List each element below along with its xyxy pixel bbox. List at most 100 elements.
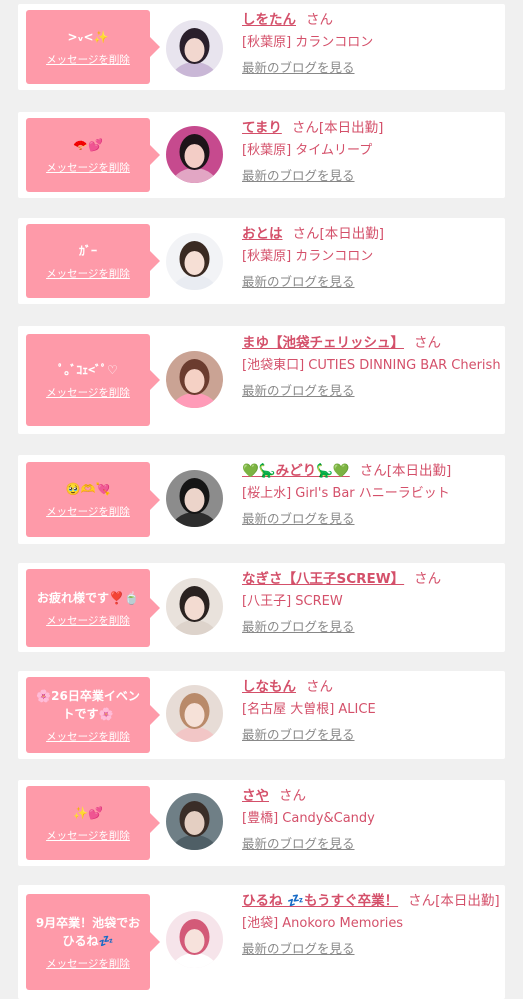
favorite-list: >ᵥ<✨ メッセージを削除 しをたん さん [秋葉原] カランコロン 最新のブログを見る 🪭… xyxy=(0,0,523,999)
card-info: おとは さん[本日出勤] [秋葉原] カランコロン最新のブログを見る xyxy=(242,222,502,292)
avatar[interactable] xyxy=(166,578,223,635)
cast-name-link[interactable]: しなもん xyxy=(242,679,296,695)
favorite-card: お疲れ様です❣️🍵 メッセージを削除 なぎさ【八王子SCREW】 さん [八王子] SC… xyxy=(18,563,505,652)
avatar[interactable] xyxy=(166,685,223,742)
name-line: まゆ【池袋チェリッシュ】 さん xyxy=(242,331,502,355)
message-text: ｶﾞｰ xyxy=(78,243,97,258)
cast-name-link[interactable]: なぎさ【八王子SCREW】 xyxy=(242,571,404,587)
name-suffix: さん[本日出勤] xyxy=(291,120,384,136)
avatar-image xyxy=(166,20,223,77)
avatar-image xyxy=(166,126,223,183)
name-line: しなもん さん xyxy=(242,675,502,699)
favorite-card: 🪭💕 メッセージを削除 てまり さん[本日出勤] [秋葉原] タイムリープ最新のブログを… xyxy=(18,112,505,198)
avatar[interactable] xyxy=(166,911,223,968)
card-info: ひるね 💤もうすぐ卒業！ さん[本日出勤] [池袋] Anokoro Memorie… xyxy=(242,889,502,959)
cast-name-link[interactable]: さや xyxy=(242,788,269,804)
latest-blog-link[interactable]: 最新のブログを見る xyxy=(242,272,355,292)
latest-blog-link[interactable]: 最新のブログを見る xyxy=(242,725,355,745)
favorite-card: ｶﾞｰ メッセージを削除 おとは さん[本日出勤] [秋葉原] カランコロン最新のブログ… xyxy=(18,218,505,304)
name-suffix: さん xyxy=(414,335,441,351)
cast-name-link[interactable]: おとは xyxy=(242,226,283,242)
favorite-card: 🌸26日卒業イベントです🌸 メッセージを削除 しなもん さん [名古屋 大曽根] ALI… xyxy=(18,671,505,759)
message-bubble: ﾟ｡ﾞｺｪ<ﾞﾟ♡ メッセージを削除 xyxy=(26,334,160,426)
name-suffix: さん xyxy=(306,679,333,695)
cast-name-link[interactable]: 💚🦕みどり🦕💚 xyxy=(242,463,350,479)
avatar[interactable] xyxy=(166,470,223,527)
shop-name: [八王子] SCREW xyxy=(242,594,343,609)
name-suffix: さん xyxy=(306,12,333,28)
message-bubble: 🌸26日卒業イベントです🌸 メッセージを削除 xyxy=(26,677,160,753)
delete-message-link[interactable]: メッセージを削除 xyxy=(46,613,130,628)
favorite-card: ﾟ｡ﾞｺｪ<ﾞﾟ♡ メッセージを削除 まゆ【池袋チェリッシュ】 さん [池袋東口] CU… xyxy=(18,326,505,434)
shop-name: [桜上水] Girl's Bar ハニーラビット xyxy=(242,486,450,501)
name-line: おとは さん[本日出勤] xyxy=(242,222,502,246)
delete-message-link[interactable]: メッセージを削除 xyxy=(46,266,130,281)
shop-name: [秋葉原] カランコロン xyxy=(242,35,374,50)
message-bubble: >ᵥ<✨ メッセージを削除 xyxy=(26,10,160,84)
delete-message-link[interactable]: メッセージを削除 xyxy=(46,385,130,400)
card-info: しなもん さん [名古屋 大曽根] ALICE 最新のブログを見る xyxy=(242,675,502,745)
name-line: しをたん さん xyxy=(242,8,502,32)
favorite-card: 9月卒業！池袋でおひるね💤 メッセージを削除 ひるね 💤もうすぐ卒業！ さん[本日出勤… xyxy=(18,885,505,999)
latest-blog-link[interactable]: 最新のブログを見る xyxy=(242,617,355,637)
delete-message-link[interactable]: メッセージを削除 xyxy=(46,956,130,971)
avatar[interactable] xyxy=(166,793,223,850)
message-bubble: 🥹🫶💘 メッセージを削除 xyxy=(26,462,160,537)
message-bubble: ｶﾞｰ メッセージを削除 xyxy=(26,224,160,298)
shop-name: [秋葉原] カランコロン xyxy=(242,249,374,264)
avatar-image xyxy=(166,470,223,527)
message-text: ✨💕 xyxy=(73,805,103,820)
avatar-image xyxy=(166,351,223,408)
name-line: なぎさ【八王子SCREW】 さん xyxy=(242,567,502,591)
avatar-image xyxy=(166,793,223,850)
avatar[interactable] xyxy=(166,20,223,77)
cast-name-link[interactable]: まゆ【池袋チェリッシュ】 xyxy=(242,335,404,351)
shop-name: [池袋東口] CUTIES DINNING BAR Cherish xyxy=(242,358,501,373)
message-text: 🪭💕 xyxy=(73,137,103,152)
name-suffix: さん[本日出勤] xyxy=(292,226,385,242)
avatar[interactable] xyxy=(166,233,223,290)
delete-message-link[interactable]: メッセージを削除 xyxy=(46,828,130,843)
message-text: 9月卒業！池袋でおひるね💤 xyxy=(35,915,141,948)
favorite-card: >ᵥ<✨ メッセージを削除 しをたん さん [秋葉原] カランコロン最新のブログを見る xyxy=(18,4,505,90)
latest-blog-link[interactable]: 最新のブログを見る xyxy=(242,509,355,529)
message-bubble: 9月卒業！池袋でおひるね💤 メッセージを削除 xyxy=(26,894,160,990)
shop-name: [秋葉原] タイムリープ xyxy=(242,143,373,158)
card-info: なぎさ【八王子SCREW】 さん [八王子] SCREW 最新のブログを見る xyxy=(242,567,502,637)
delete-message-link[interactable]: メッセージを削除 xyxy=(46,729,130,744)
message-text: 🌸26日卒業イベントです🌸 xyxy=(36,688,140,721)
message-text: ﾟ｡ﾞｺｪ<ﾞﾟ♡ xyxy=(58,362,118,377)
cast-name-link[interactable]: てまり xyxy=(242,120,282,136)
name-line: 💚🦕みどり🦕💚 さん[本日出勤] xyxy=(242,459,502,483)
message-text: >ᵥ<✨ xyxy=(67,29,109,44)
avatar-image xyxy=(166,233,223,290)
message-text: お疲れ様です❣️🍵 xyxy=(37,590,139,605)
card-info: 💚🦕みどり🦕💚 さん[本日出勤] [桜上水] Girl's Bar ハニーラビット最… xyxy=(242,459,502,529)
avatar-image xyxy=(166,685,223,742)
favorite-card: ✨💕 メッセージを削除 さや さん [豊橋] Candy&Candy 最新のブログを見る xyxy=(18,780,505,866)
message-text: 🥹🫶💘 xyxy=(65,482,111,496)
name-line: ひるね 💤もうすぐ卒業！ さん[本日出勤] xyxy=(242,889,502,913)
latest-blog-link[interactable]: 最新のブログを見る xyxy=(242,58,355,78)
cast-name-link[interactable]: しをたん xyxy=(242,12,296,28)
latest-blog-link[interactable]: 最新のブログを見る xyxy=(242,166,355,186)
name-line: てまり さん[本日出勤] xyxy=(242,116,502,140)
card-info: まゆ【池袋チェリッシュ】 さん [池袋東口] CUTIES DINNING BAR … xyxy=(242,331,502,401)
name-suffix: さん[本日出勤] xyxy=(408,893,500,909)
delete-message-link[interactable]: メッセージを削除 xyxy=(46,160,130,175)
name-suffix: さん xyxy=(414,571,442,587)
shop-name: [名古屋 大曽根] ALICE xyxy=(242,702,376,717)
avatar[interactable] xyxy=(166,126,223,183)
delete-message-link[interactable]: メッセージを削除 xyxy=(46,52,130,67)
delete-message-link[interactable]: メッセージを削除 xyxy=(46,504,130,519)
cast-name-link[interactable]: ひるね 💤もうすぐ卒業！ xyxy=(242,893,398,909)
card-info: さや さん [豊橋] Candy&Candy 最新のブログを見る xyxy=(242,784,502,854)
avatar-image xyxy=(166,578,223,635)
shop-name: [豊橋] Candy&Candy xyxy=(242,811,375,826)
favorite-card: 🥹🫶💘 メッセージを削除 💚🦕みどり🦕💚 さん[本日出勤] [桜上水] Girl's B… xyxy=(18,455,505,544)
shop-name: [池袋] Anokoro Memories xyxy=(242,916,404,931)
latest-blog-link[interactable]: 最新のブログを見る xyxy=(242,834,355,854)
latest-blog-link[interactable]: 最新のブログを見る xyxy=(242,381,355,401)
latest-blog-link[interactable]: 最新のブログを見る xyxy=(242,939,355,959)
avatar[interactable] xyxy=(166,351,223,408)
